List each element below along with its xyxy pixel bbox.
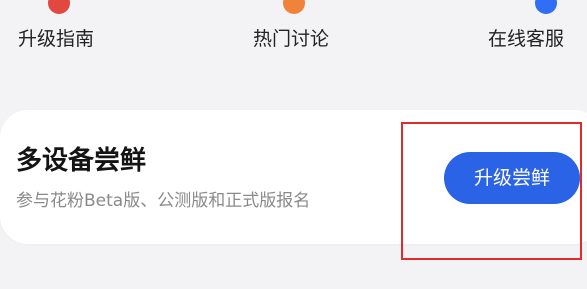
quick-links-nav: 升级指南 热门讨论 在线客服 xyxy=(0,26,587,52)
nav-item-hot-discussion[interactable]: 热门讨论 xyxy=(253,26,329,52)
upgrade-try-button[interactable]: 升级尝鲜 xyxy=(444,152,580,204)
card-title: 多设备尝鲜 xyxy=(16,146,147,176)
top-icons-row xyxy=(0,0,587,16)
support-icon[interactable] xyxy=(535,0,557,14)
nav-item-online-support[interactable]: 在线客服 xyxy=(488,26,564,52)
nav-item-upgrade-guide[interactable]: 升级指南 xyxy=(18,26,94,52)
guide-icon[interactable] xyxy=(48,0,70,14)
discussion-icon[interactable] xyxy=(283,0,305,14)
card-subtitle: 参与花粉Beta版、公测版和正式版报名 xyxy=(16,191,311,211)
